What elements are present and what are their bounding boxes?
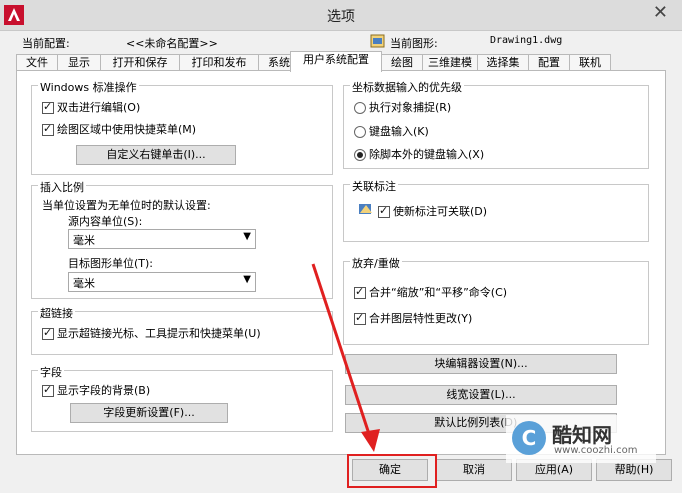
watermark-url: www.coozhi.com	[554, 445, 638, 456]
watermark-logo-icon: C	[512, 421, 546, 455]
watermark: C 酷知网 www.coozhi.com	[506, 415, 656, 463]
tab-user-preferences[interactable]: 用户系统配置	[290, 51, 382, 72]
ok-button-highlight	[347, 454, 437, 488]
watermark-name: 酷知网	[552, 423, 612, 447]
